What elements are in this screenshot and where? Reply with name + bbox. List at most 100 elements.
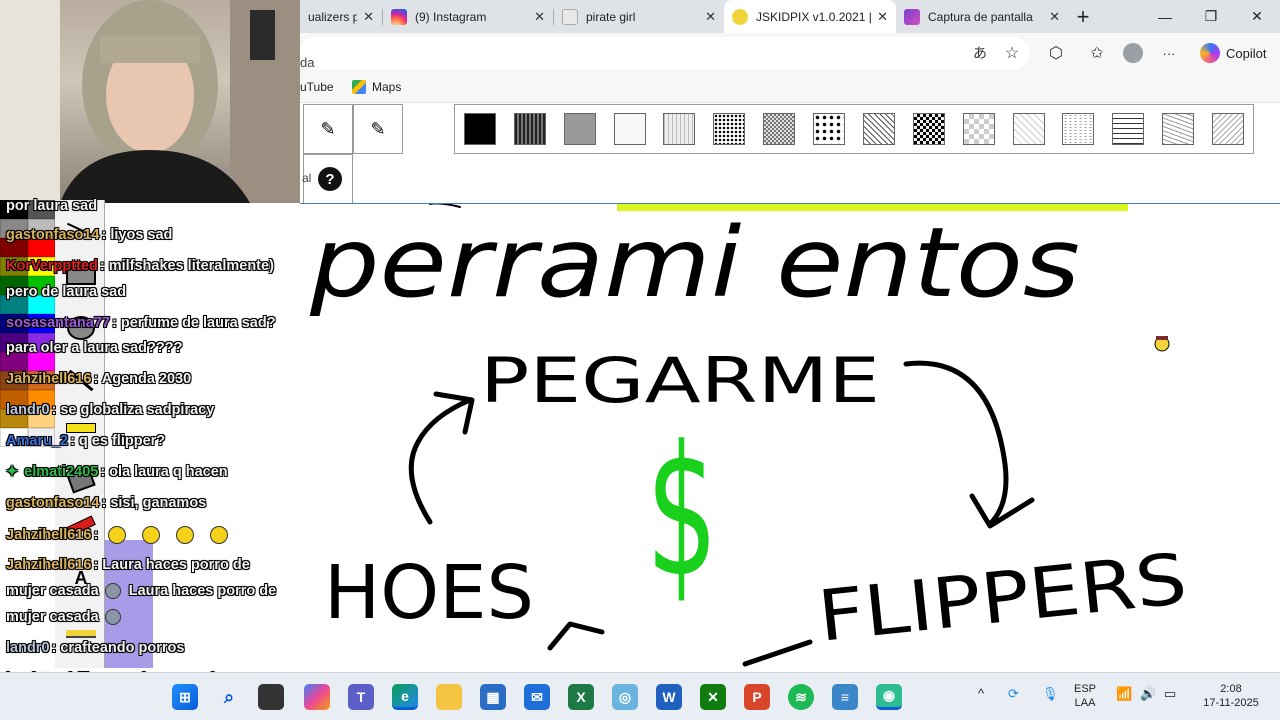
- tab-close-icon[interactable]: ✕: [877, 9, 888, 25]
- pattern-solid-black[interactable]: [455, 105, 505, 153]
- store-button[interactable]: ▦: [480, 684, 506, 710]
- color-swatch[interactable]: [0, 428, 28, 447]
- volume-icon[interactable]: 🔊: [1140, 687, 1156, 701]
- excel-button[interactable]: X: [568, 684, 594, 710]
- tab-close-icon[interactable]: ✕: [1049, 9, 1060, 25]
- rectangle-tool-button[interactable]: [60, 258, 102, 294]
- powerpoint-button[interactable]: P: [744, 684, 770, 710]
- pattern-gray[interactable]: [555, 105, 605, 153]
- color-swatch[interactable]: [0, 409, 28, 428]
- line-tool-button[interactable]: [60, 212, 102, 248]
- color-swatch[interactable]: [27, 390, 55, 409]
- task-view-button[interactable]: [258, 684, 284, 710]
- undo-tool-button[interactable]: ✎: [303, 104, 353, 154]
- edge-button[interactable]: e: [392, 684, 418, 710]
- file-explorer-button[interactable]: [436, 684, 462, 710]
- pattern-checker-black[interactable]: [904, 105, 954, 153]
- pattern-crosshatch[interactable]: [854, 105, 904, 153]
- color-swatch[interactable]: [0, 238, 28, 257]
- extensions-icon[interactable]: ⬡: [1044, 41, 1068, 65]
- color-swatch[interactable]: [27, 200, 55, 219]
- pattern-light-diag[interactable]: [1004, 105, 1054, 153]
- color-swatch[interactable]: [0, 295, 28, 314]
- copilot-taskbar-button[interactable]: [304, 684, 330, 710]
- color-swatch[interactable]: [0, 276, 28, 295]
- color-swatch[interactable]: [27, 257, 55, 276]
- color-swatch[interactable]: [0, 257, 28, 276]
- help-tool-button[interactable]: al ?: [302, 154, 353, 204]
- photos-button[interactable]: ◎: [612, 684, 638, 710]
- color-swatch[interactable]: [27, 352, 55, 371]
- tab-instagram[interactable]: (9) Instagram ✕: [383, 0, 553, 33]
- stamp-tool-button[interactable]: [60, 410, 102, 446]
- start-button[interactable]: ⊞: [172, 684, 198, 710]
- sync-icon[interactable]: ⟳: [1008, 687, 1019, 701]
- tab-captura[interactable]: Captura de pantalla ✕: [896, 0, 1068, 33]
- color-swatch[interactable]: [27, 219, 55, 238]
- wand-tool-button[interactable]: [60, 362, 102, 398]
- color-swatch[interactable]: [27, 238, 55, 257]
- color-swatch[interactable]: [27, 333, 55, 352]
- notepad-button[interactable]: ≡: [832, 684, 858, 710]
- color-swatch[interactable]: [0, 333, 28, 352]
- tab-close-icon[interactable]: ✕: [534, 9, 545, 25]
- redo-tool-button[interactable]: ✎: [353, 104, 403, 154]
- profile-avatar[interactable]: [1121, 41, 1145, 65]
- pattern-dots[interactable]: [704, 105, 754, 153]
- language-indicator[interactable]: ESP LAA: [1074, 682, 1096, 710]
- color-swatch[interactable]: [0, 390, 28, 409]
- microphone-icon[interactable]: 🎙: [1042, 687, 1059, 701]
- tab-close-icon[interactable]: ✕: [363, 9, 374, 25]
- bookmark-maps[interactable]: Maps: [352, 80, 401, 94]
- pattern-polka[interactable]: [804, 105, 854, 153]
- url-input[interactable]: da あ ☆: [300, 37, 1030, 70]
- text-tool-button[interactable]: A: [60, 560, 102, 596]
- color-swatch[interactable]: [27, 371, 55, 390]
- pattern-dark-stripes[interactable]: [505, 105, 555, 153]
- battery-icon[interactable]: ▭: [1164, 687, 1176, 701]
- color-swatch[interactable]: [27, 314, 55, 333]
- bookmark-youtube[interactable]: uTube: [300, 80, 334, 94]
- drawing-canvas[interactable]: perrami entos PEGARME HOES FLIPPERS $: [300, 204, 1280, 668]
- color-swatch[interactable]: [27, 276, 55, 295]
- pattern-hatch[interactable]: [1203, 105, 1253, 153]
- word-button[interactable]: W: [656, 684, 682, 710]
- minimize-button[interactable]: —: [1142, 0, 1188, 33]
- read-aloud-icon[interactable]: あ: [968, 41, 992, 65]
- color-swatch[interactable]: [27, 428, 55, 447]
- obs-stream-button[interactable]: ◉: [876, 684, 902, 710]
- favorites-icon[interactable]: ✩: [1085, 41, 1109, 65]
- color-swatch[interactable]: [0, 219, 28, 238]
- pattern-white[interactable]: [605, 105, 655, 153]
- oval-tool-button[interactable]: [60, 310, 102, 346]
- dynamite-tool-button[interactable]: [60, 508, 102, 544]
- color-swatch[interactable]: [0, 200, 28, 219]
- tab-jskidpix[interactable]: JSKIDPIX v1.0.2021 | ✕: [724, 0, 896, 33]
- mail-button[interactable]: ✉: [524, 684, 550, 710]
- more-menu-icon[interactable]: ···: [1157, 41, 1181, 65]
- tray-overflow-button[interactable]: ^: [978, 687, 984, 701]
- truck-tool-button[interactable]: [60, 616, 102, 652]
- pattern-waves[interactable]: [1153, 105, 1203, 153]
- copilot-button[interactable]: Copilot: [1194, 39, 1272, 67]
- color-swatch[interactable]: [0, 371, 28, 390]
- new-tab-button[interactable]: +: [1068, 0, 1098, 33]
- search-button[interactable]: ⌕: [216, 684, 242, 710]
- color-swatch[interactable]: [27, 295, 55, 314]
- pattern-bricks[interactable]: [1103, 105, 1153, 153]
- clock[interactable]: 2:08 17-11-2025: [1196, 682, 1266, 710]
- color-swatch[interactable]: [27, 409, 55, 428]
- pattern-diamond[interactable]: [954, 105, 1004, 153]
- tab-pirate-girl[interactable]: pirate girl ✕: [554, 0, 724, 33]
- pattern-speckle[interactable]: [1054, 105, 1104, 153]
- color-swatch[interactable]: [0, 352, 28, 371]
- color-swatch[interactable]: [0, 314, 28, 333]
- pattern-light-stripes[interactable]: [655, 105, 705, 153]
- spotify-button[interactable]: ≋: [788, 684, 814, 710]
- maximize-button[interactable]: ❐: [1188, 0, 1234, 33]
- eraser-tool-button[interactable]: [60, 462, 102, 498]
- close-window-button[interactable]: ✕: [1234, 0, 1280, 33]
- favorite-star-icon[interactable]: ☆: [1000, 41, 1024, 65]
- network-icon[interactable]: 📶: [1116, 687, 1132, 701]
- tab-close-icon[interactable]: ✕: [705, 9, 716, 25]
